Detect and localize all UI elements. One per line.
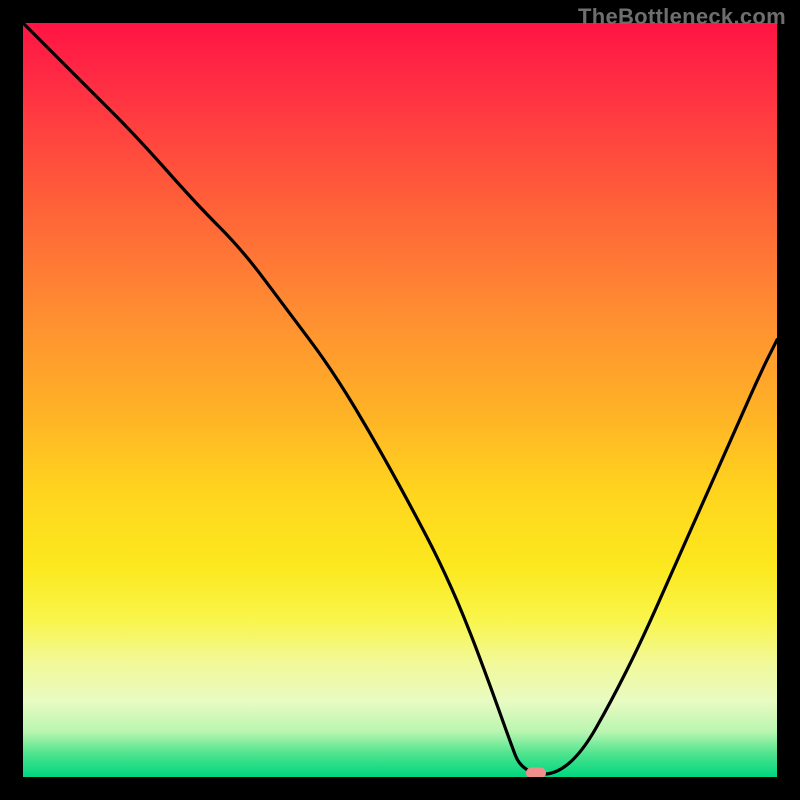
bottleneck-curve bbox=[23, 23, 777, 777]
curve-path bbox=[23, 23, 777, 774]
optimal-marker bbox=[526, 768, 546, 777]
watermark-text: TheBottleneck.com bbox=[578, 4, 786, 30]
plot-area bbox=[23, 23, 777, 777]
chart-stage: TheBottleneck.com bbox=[0, 0, 800, 800]
